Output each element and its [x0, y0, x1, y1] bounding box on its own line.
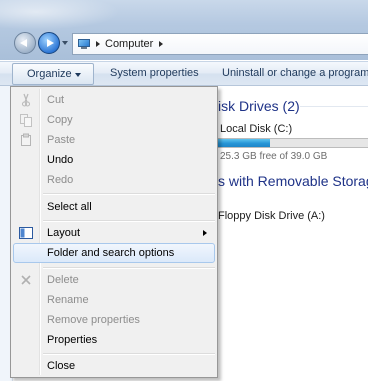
menu-item-delete[interactable]: Delete — [13, 270, 215, 290]
breadcrumb-chevron-icon[interactable] — [96, 41, 100, 47]
menu-item-close[interactable]: Close — [13, 356, 215, 376]
group-divider — [300, 106, 368, 107]
menu-item-copy[interactable]: Copy — [13, 110, 215, 130]
local-disk-label[interactable]: Local Disk (C:) — [220, 123, 292, 135]
menu-item-label: Delete — [47, 274, 79, 286]
organize-label: Organize — [27, 68, 72, 80]
menu-item-remove-properties[interactable]: Remove properties — [13, 310, 215, 330]
menu-item-label: Rename — [47, 294, 89, 306]
disk-free-space: 25.3 GB free of 39.0 GB — [220, 151, 328, 162]
disk-usage-bar — [216, 138, 368, 148]
organize-button[interactable]: Organize — [12, 63, 94, 85]
menu-item-paste[interactable]: Paste — [13, 130, 215, 150]
forward-button[interactable] — [38, 32, 60, 54]
copy-icon — [20, 114, 32, 127]
menu-item-label: Select all — [47, 201, 92, 213]
menu-item-undo[interactable]: Undo — [13, 150, 215, 170]
menu-item-label: Redo — [47, 174, 74, 186]
recent-pages-dropdown-icon[interactable] — [62, 41, 68, 45]
menu-item-label: Undo — [47, 154, 74, 166]
menu-item-label: Remove properties — [47, 314, 140, 326]
menu-item-select-all[interactable]: Select all — [13, 197, 215, 217]
system-properties-button[interactable]: System properties — [110, 62, 199, 85]
command-toolbar: Organize System properties Uninstall or … — [0, 61, 368, 86]
menu-item-redo[interactable]: Redo — [13, 170, 215, 190]
hard-disk-group-header[interactable]: isk Drives (2) — [218, 98, 300, 114]
back-button[interactable] — [14, 32, 36, 54]
menu-item-label: Cut — [47, 94, 65, 106]
submenu-arrow-icon — [203, 230, 207, 236]
menu-item-cut[interactable]: Cut — [13, 90, 215, 110]
disk-usage-fill — [217, 139, 270, 147]
delete-icon — [21, 275, 31, 285]
menu-separator — [43, 220, 215, 222]
menu-separator — [43, 193, 215, 195]
floppy-drive-label[interactable]: Floppy Disk Drive (A:) — [218, 210, 325, 222]
menu-separator — [43, 267, 215, 269]
organize-menu: Cut Copy Paste Undo Redo Select all Layo… — [10, 86, 218, 378]
chevron-down-icon — [75, 73, 81, 77]
menu-item-label: Properties — [47, 334, 98, 346]
menu-item-label: Paste — [47, 134, 76, 146]
menu-item-label: Close — [47, 360, 76, 372]
address-bar[interactable]: Computer — [72, 33, 368, 55]
removable-storage-group-header[interactable]: s with Removable Storage — [218, 173, 368, 189]
computer-icon — [78, 38, 92, 50]
breadcrumb-chevron-icon[interactable] — [159, 41, 164, 47]
layout-icon — [19, 227, 33, 239]
breadcrumb-computer[interactable]: Computer — [105, 38, 153, 50]
menu-item-properties[interactable]: Properties — [13, 330, 215, 350]
uninstall-program-button[interactable]: Uninstall or change a program — [222, 62, 368, 85]
menu-item-label: Folder and search options — [47, 247, 175, 259]
menu-item-folder-search-options[interactable]: Folder and search options — [13, 243, 215, 263]
menu-item-layout[interactable]: Layout — [13, 223, 215, 243]
menu-item-label: Copy — [47, 114, 73, 126]
paste-icon — [21, 133, 31, 146]
menu-item-rename[interactable]: Rename — [13, 290, 215, 310]
menu-separator — [43, 353, 215, 355]
menu-item-label: Layout — [47, 227, 81, 239]
scissors-icon — [22, 93, 30, 107]
